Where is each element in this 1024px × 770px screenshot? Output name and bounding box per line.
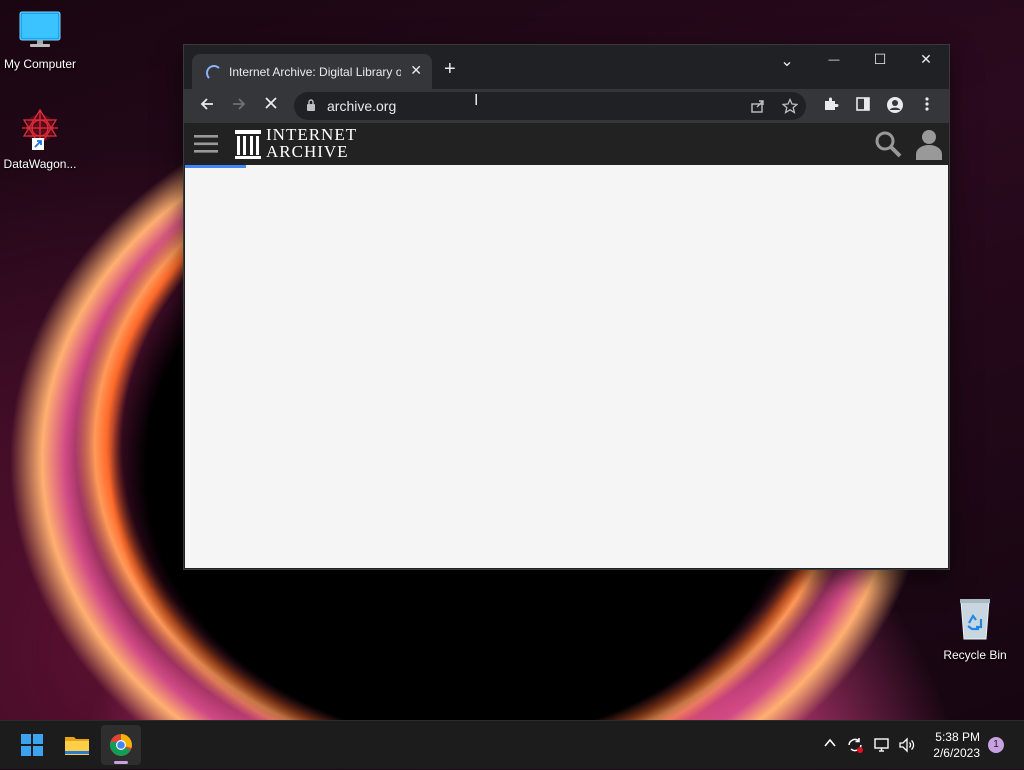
chrome-taskbar-button[interactable] (101, 725, 141, 765)
tab-strip: Internet Archive: Digital Library of Fre… (184, 45, 949, 89)
volume-tray-icon[interactable] (898, 736, 916, 757)
bookmark-star-icon[interactable] (782, 98, 798, 114)
browser-tab[interactable]: Internet Archive: Digital Library of Fre… (192, 54, 432, 89)
stop-loading-button[interactable] (260, 96, 282, 116)
logo-line-2: ARCHIVE (266, 142, 349, 161)
arrow-right-icon (233, 98, 246, 110)
tab-search-button[interactable]: ⌄ (764, 51, 810, 71)
sync-icon (848, 738, 863, 753)
forward-button[interactable] (228, 96, 250, 116)
file-explorer-button[interactable] (57, 725, 97, 765)
user-account-icon[interactable] (914, 128, 944, 160)
text-cursor-icon: I (474, 92, 479, 109)
folder-icon (65, 737, 89, 755)
new-tab-button[interactable]: + (444, 59, 456, 79)
hamburger-menu-icon[interactable] (193, 133, 219, 155)
windows-logo-icon (21, 734, 43, 756)
sync-tray-icon[interactable] (846, 736, 864, 757)
page-load-progress (185, 165, 246, 168)
page-content (185, 165, 948, 568)
start-button[interactable] (12, 725, 52, 765)
desktop-icon-recycle-bin[interactable]: Recycle Bin (935, 597, 1015, 662)
close-window-button[interactable]: ✕ (903, 51, 949, 68)
clock-time: 5:38 PM (935, 730, 980, 744)
back-button[interactable] (196, 96, 218, 116)
computer-icon (19, 11, 61, 47)
desktop-icon-my-computer[interactable]: My Computer (0, 10, 80, 71)
address-bar[interactable]: archive.org (294, 92, 806, 120)
lock-icon (307, 99, 315, 111)
chevron-up-icon (824, 738, 836, 747)
arrow-left-icon (200, 98, 213, 110)
more-vertical-icon (925, 97, 929, 111)
logo-line-1: INTERNET (266, 125, 358, 144)
browser-toolbar: archive.org I (184, 89, 949, 123)
desktop-icon-label: Recycle Bin (943, 648, 1007, 662)
puzzle-icon (825, 97, 839, 110)
system-clock[interactable]: 5:38 PM 2/6/2023 (933, 729, 980, 761)
close-tab-icon[interactable]: ✕ (410, 62, 422, 79)
side-panel-button[interactable] (852, 96, 874, 116)
chrome-icon (109, 734, 132, 764)
stop-icon (265, 97, 277, 109)
desktop-icon-label: My Computer (3, 57, 77, 71)
url-text: archive.org (327, 98, 397, 114)
extensions-button[interactable] (820, 96, 842, 116)
desktop-icon-datawagon[interactable]: DataWagon... (0, 106, 80, 171)
profile-button[interactable] (884, 96, 906, 116)
network-icon (874, 738, 889, 752)
clock-date: 2/6/2023 (933, 746, 980, 760)
menu-button[interactable] (916, 96, 938, 116)
taskbar: 5:38 PM 2/6/2023 1 (0, 720, 1024, 769)
site-header: INTERNET ARCHIVE (185, 123, 948, 165)
archive-building-icon (235, 130, 261, 159)
notification-badge[interactable]: 1 (988, 737, 1004, 753)
side-panel-icon (856, 97, 870, 111)
speaker-icon (899, 737, 915, 753)
browser-window: Internet Archive: Digital Library of Fre… (184, 45, 949, 569)
desktop-icon-label: DataWagon... (3, 157, 77, 171)
search-icon[interactable] (873, 129, 903, 159)
minimize-button[interactable]: — (811, 54, 857, 66)
tab-title: Internet Archive: Digital Library of Fre… (229, 65, 401, 79)
show-hidden-icons-chevron[interactable] (823, 736, 837, 753)
maximize-button[interactable]: ☐ (857, 51, 903, 68)
loading-spinner-icon (206, 65, 222, 81)
logo-text: INTERNET ARCHIVE (266, 126, 357, 160)
recycle-bin-icon (960, 599, 990, 640)
share-icon[interactable] (750, 98, 766, 114)
network-tray-icon[interactable] (873, 736, 891, 757)
datawagon-app-icon (22, 108, 58, 150)
profile-icon (887, 97, 903, 113)
